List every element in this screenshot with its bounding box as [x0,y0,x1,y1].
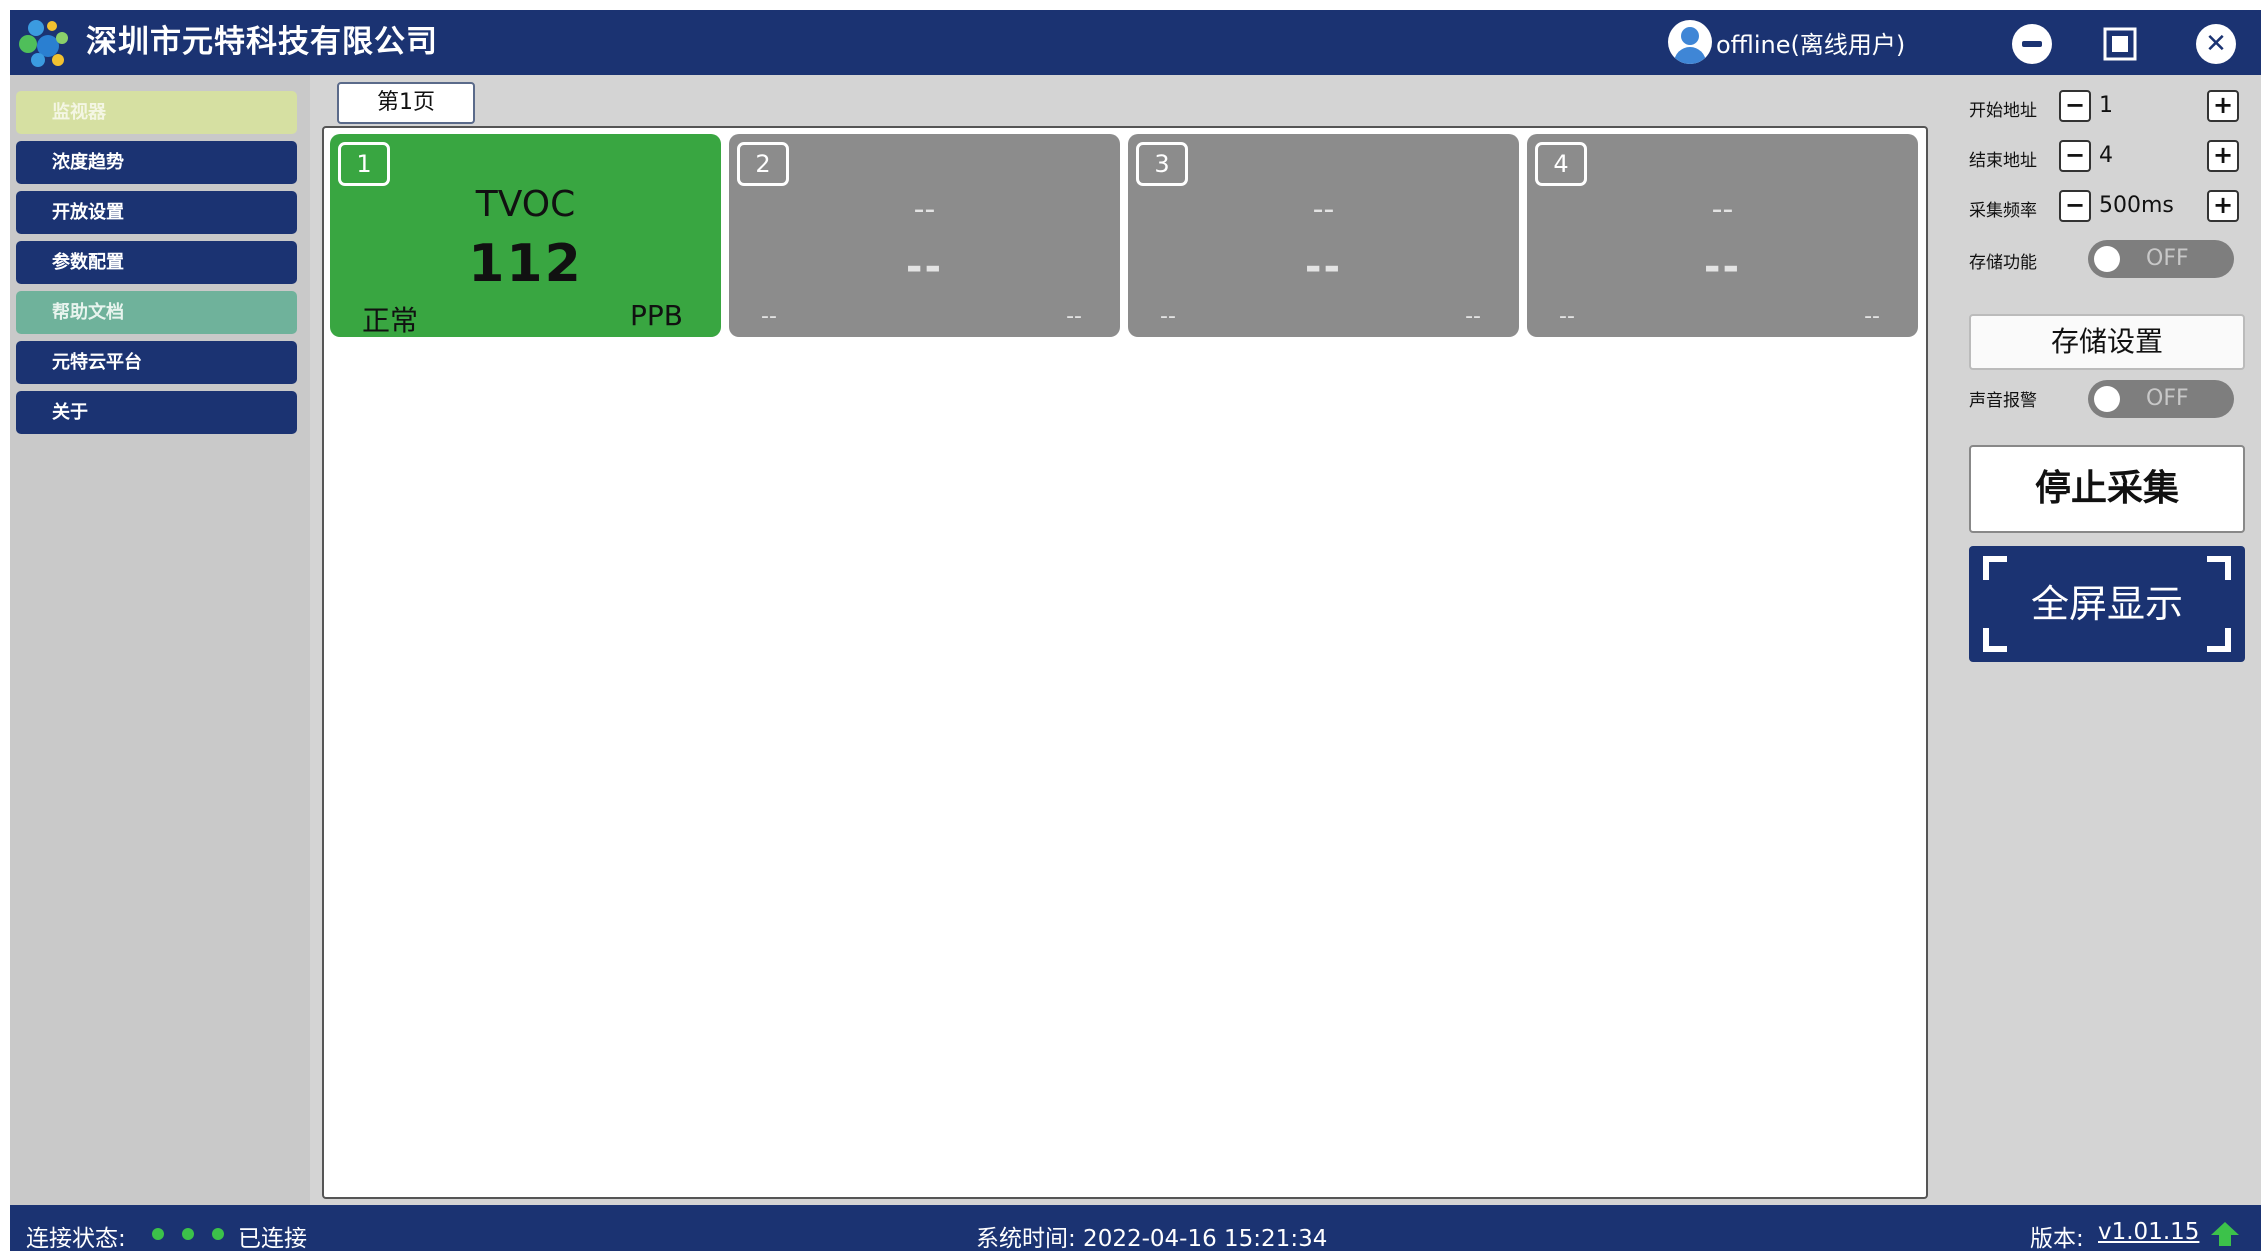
sensor-status: -- [761,304,777,329]
maximize-button[interactable] [2100,24,2140,64]
end-address-increment-button[interactable]: + [2207,140,2239,172]
sensor-name: -- [1711,192,1734,227]
fullscreen-corner-icon [2207,556,2231,580]
app-window: 深圳市元特科技有限公司 offline(离线用户) ✕ 监视器 浓度趋势 开放设… [10,10,2261,1252]
user-name: offline(离线用户) [1716,30,1906,59]
fullscreen-corner-icon [1983,556,2007,580]
status-dot-icon [182,1228,194,1240]
sidebar-item-trend[interactable]: 浓度趋势 [16,141,297,184]
sensor-value: -- [1703,244,1742,290]
tab-page-1[interactable]: 第1页 [337,82,475,124]
sensor-card-4[interactable]: 4 -- -- -- -- [1527,134,1918,337]
fullscreen-label: 全屏显示 [2030,582,2183,626]
sensor-card-3[interactable]: 3 -- -- -- -- [1128,134,1519,337]
sensor-value: -- [905,244,944,290]
sensor-unit: -- [1864,304,1880,329]
sensor-unit: -- [1465,304,1481,329]
version-link[interactable]: v1.01.15 [2098,1219,2199,1245]
app-title: 深圳市元特科技有限公司 [86,24,438,60]
sidebar-item-params[interactable]: 参数配置 [16,241,297,284]
storage-function-label: 存储功能 [1969,253,2037,273]
sensor-status: -- [1559,304,1575,329]
user-info[interactable]: offline(离线用户) [1668,20,1906,64]
fullscreen-button[interactable]: 全屏显示 [1969,546,2245,662]
sensor-number: 4 [1535,142,1587,186]
end-address-stepper: − 4 + [2059,140,2239,172]
stop-collection-button[interactable]: 停止采集 [1969,445,2245,533]
frequency-label: 采集频率 [1969,201,2037,221]
fullscreen-corner-icon [2207,628,2231,652]
storage-settings-button[interactable]: 存储设置 [1969,314,2245,370]
toggle-knob [2094,386,2120,412]
company-logo-icon [19,20,68,67]
sensor-value: -- [1304,244,1343,290]
sensor-name: -- [913,192,936,227]
close-button[interactable]: ✕ [2196,24,2236,64]
control-panel: 开始地址 − 1 + 结束地址 − 4 + 采集频率 − 500ms + 存储功… [1955,90,2255,690]
start-address-label: 开始地址 [1969,101,2037,121]
sensor-number: 2 [737,142,789,186]
start-address-stepper: − 1 + [2059,90,2239,122]
upgrade-arrow-icon[interactable] [2210,1221,2240,1247]
sensor-number: 3 [1136,142,1188,186]
sidebar-item-help[interactable]: 帮助文档 [16,291,297,334]
user-avatar-icon [1668,20,1712,64]
sensor-unit: PPB [630,299,683,332]
sensor-status: -- [1160,304,1176,329]
sensor-card-1[interactable]: 1 TVOC 112 正常 PPB [330,134,721,337]
title-bar: 深圳市元特科技有限公司 offline(离线用户) ✕ [10,10,2261,75]
minimize-button[interactable] [2012,24,2052,64]
sensor-status: 正常 [362,304,419,337]
storage-toggle[interactable]: OFF [2088,240,2234,278]
sidebar-item-open-settings[interactable]: 开放设置 [16,191,297,234]
connection-status-text: 已连接 [238,1226,307,1252]
sensor-unit: -- [1066,304,1082,329]
sensor-name: TVOC [475,184,576,225]
status-dot-icon [152,1228,164,1240]
version-label: 版本: [2030,1226,2084,1252]
frequency-increment-button[interactable]: + [2207,190,2239,222]
toggle-state: OFF [2146,386,2189,411]
end-address-input[interactable]: 4 [2095,142,2203,170]
sidebar: 监视器 浓度趋势 开放设置 参数配置 帮助文档 元特云平台 关于 [10,75,310,1215]
start-address-decrement-button[interactable]: − [2059,90,2091,122]
sound-alarm-label: 声音报警 [1969,391,2037,411]
end-address-decrement-button[interactable]: − [2059,140,2091,172]
sidebar-item-monitor[interactable]: 监视器 [16,91,297,134]
frequency-input[interactable]: 500ms [2095,192,2203,220]
sensor-number: 1 [338,142,390,186]
status-dot-icon [212,1228,224,1240]
fullscreen-corner-icon [1983,628,2007,652]
sensor-name: -- [1312,192,1335,227]
toggle-state: OFF [2146,246,2189,271]
start-address-increment-button[interactable]: + [2207,90,2239,122]
close-icon: ✕ [2205,29,2227,59]
end-address-label: 结束地址 [1969,151,2037,171]
frequency-decrement-button[interactable]: − [2059,190,2091,222]
sound-alarm-toggle[interactable]: OFF [2088,380,2234,418]
status-bar: 连接状态: 已连接 系统时间: 2022-04-16 15:21:34 版本: … [10,1205,2261,1252]
start-address-input[interactable]: 1 [2095,92,2203,120]
sensor-value: 112 [468,234,583,294]
sensor-card-2[interactable]: 2 -- -- -- -- [729,134,1120,337]
sidebar-item-cloud[interactable]: 元特云平台 [16,341,297,384]
sidebar-item-about[interactable]: 关于 [16,391,297,434]
frequency-stepper: − 500ms + [2059,190,2239,222]
maximize-icon [2103,27,2137,61]
toggle-knob [2094,246,2120,272]
connection-status-label: 连接状态: [26,1226,126,1252]
sensor-panel: 1 TVOC 112 正常 PPB 2 -- -- -- -- 3 -- -- … [322,126,1928,1199]
system-time: 系统时间: 2022-04-16 15:21:34 [976,1226,1328,1252]
